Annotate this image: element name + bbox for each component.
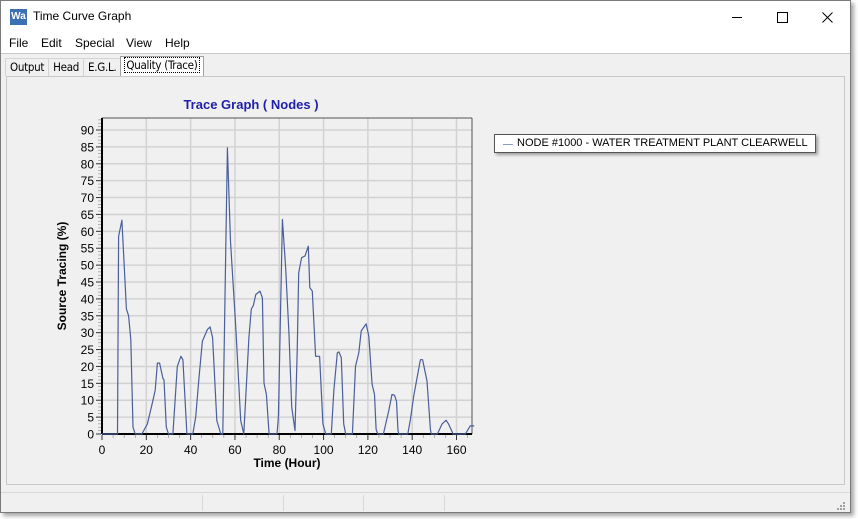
x-tick-label: 120 — [358, 443, 378, 457]
y-tick-label: 40 — [81, 292, 95, 306]
y-tick-label: 30 — [81, 326, 95, 340]
x-axis-label: Time (Hour) — [253, 456, 320, 470]
status-divider — [444, 495, 445, 511]
legend-label: NODE #1000 - WATER TREATMENT PLANT CLEAR… — [517, 137, 808, 149]
status-divider — [283, 495, 284, 511]
x-tick-label: 140 — [402, 443, 422, 457]
y-tick-label: 45 — [81, 276, 95, 290]
trace-chart: Trace Graph ( Nodes ) 0 5 10 15 20 25 30 35 40 45… — [55, 97, 475, 470]
chart-legend: NODE #1000 - WATER TREATMENT PLANT CLEAR… — [494, 134, 816, 153]
y-tick-label: 35 — [81, 309, 95, 323]
x-tick-label: 20 — [140, 443, 154, 457]
x-tick-label: 80 — [273, 443, 287, 457]
x-tick-label: 100 — [314, 443, 334, 457]
y-tick-label: 0 — [87, 428, 94, 442]
y-tick-label: 10 — [81, 394, 95, 408]
status-divider — [202, 495, 203, 511]
plot-background — [102, 118, 472, 434]
status-divider — [363, 495, 364, 511]
y-tick-label: 85 — [81, 140, 95, 154]
y-tick-label: 15 — [81, 377, 95, 391]
x-tick-label: 60 — [228, 443, 242, 457]
y-axis-label: Source Tracing (%) — [55, 222, 69, 331]
y-tick-label: 20 — [81, 360, 95, 374]
y-tick-label: 60 — [81, 225, 95, 239]
app-window: Wa Time Curve Graph File Edit Special Vi… — [0, 0, 851, 513]
y-tick-label: 50 — [81, 259, 95, 273]
y-tick-label: 70 — [81, 191, 95, 205]
y-tick-label: 80 — [81, 157, 95, 171]
y-tick-label: 90 — [81, 124, 95, 138]
y-tick-label: 5 — [87, 411, 94, 425]
x-tick-label: 0 — [99, 443, 106, 457]
y-tick-label: 25 — [81, 343, 95, 357]
y-tick-label: 55 — [81, 242, 95, 256]
chart-title: Trace Graph ( Nodes ) — [183, 97, 318, 112]
x-tick-label: 40 — [184, 443, 198, 457]
y-tick-label: 75 — [81, 174, 95, 188]
status-bar — [1, 492, 850, 513]
legend-swatch — [503, 144, 513, 145]
y-tick-label: 65 — [81, 208, 95, 222]
resize-grip-icon[interactable] — [836, 501, 846, 511]
x-tick-label: 160 — [446, 443, 466, 457]
